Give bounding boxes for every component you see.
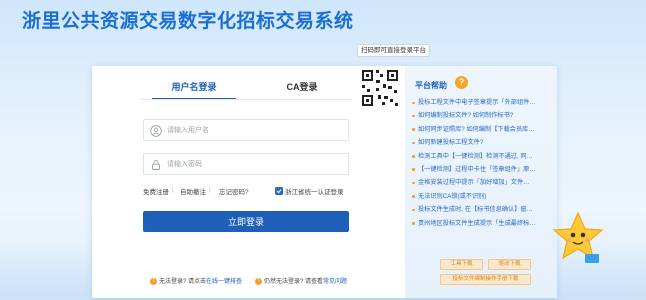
help-question-icon: ?	[455, 76, 468, 89]
troubleshoot-tip: ! 无法登录? 请点击在线一键排查	[150, 276, 242, 285]
zheli-auth-label: 浙江省统一认证登录	[285, 189, 344, 196]
tabs-divider	[140, 99, 352, 100]
help-list: 投标工程文件中电子签章提示「外部组件… 如何编制投标文件? 如何制作标书? 如何…	[412, 96, 552, 230]
username-input[interactable]	[167, 123, 342, 137]
help-item[interactable]: 如何编制投标文件? 如何制作标书?	[412, 109, 552, 122]
qr-tooltip: 扫码即可直接登录平台	[357, 44, 430, 57]
help-item[interactable]: 如何新建投标工程文件?	[412, 136, 552, 149]
lock-icon	[152, 160, 160, 170]
help-item[interactable]: 金格安装过程中提示「加好增加」文件…	[412, 176, 552, 189]
username-field	[143, 119, 349, 141]
faq-tip-text: 仍然无法登录? 请查看	[264, 279, 324, 285]
links-separator: |	[209, 186, 211, 193]
login-help-tips: ! 无法登录? 请点击在线一键排查 ! 仍然无法登录? 请查看常见问题	[150, 276, 360, 286]
help-item[interactable]: 投标工程文件中电子签章提示「外部组件…	[412, 96, 552, 109]
links-separator: |	[172, 186, 174, 193]
password-field	[143, 153, 349, 175]
troubleshoot-tip-text: 无法登录? 请点击	[159, 279, 207, 285]
qr-code-icon	[358, 66, 402, 110]
site-title: 浙里公共资源交易数字化招标交易系统	[22, 11, 354, 32]
register-link[interactable]: 免费注册	[143, 186, 169, 196]
star-mascot-icon	[552, 211, 604, 263]
tab-ca-login[interactable]: CA登录	[268, 78, 336, 100]
qr-code-toggle[interactable]	[358, 66, 402, 110]
help-title: 平台帮助	[415, 81, 447, 90]
forgot-password-link[interactable]: 忘记密码?	[219, 186, 249, 196]
user-icon	[150, 125, 162, 137]
tool-download-button[interactable]: 工具下载	[440, 259, 483, 270]
info-dot-icon: !	[255, 277, 262, 285]
help-item[interactable]: 检测工具中【一键检测】检测不通过, 同…	[412, 150, 552, 163]
driver-download-button[interactable]: 驱动下载	[488, 259, 531, 270]
help-item[interactable]: 投标文件生成时, 在【标书信息确认】窗…	[412, 203, 552, 216]
one-click-check-link[interactable]: 在线一键排查	[206, 279, 242, 285]
self-service-link[interactable]: 自助撤注	[180, 186, 206, 196]
zheli-logo-icon	[275, 187, 283, 195]
help-item[interactable]: 无法识别CA锁(或不识别)	[412, 190, 552, 203]
help-item[interactable]: 【一键检测】过程中卡住「签章组件」原…	[412, 163, 552, 176]
manual-download-button[interactable]: 投标文件编制操作手册下载	[440, 274, 531, 285]
login-tabs: 用户名登录 CA登录	[140, 78, 355, 100]
faq-link[interactable]: 常见问题	[323, 279, 347, 285]
help-item[interactable]: 贵州地区投标文件生成提示「生成最终标…	[412, 217, 552, 230]
help-item[interactable]: 如何同步证照库? 如何编制【下载会员库…	[412, 123, 552, 136]
login-button[interactable]: 立即登录	[143, 211, 349, 232]
faq-tip: ! 仍然无法登录? 请查看常见问题	[255, 276, 347, 285]
password-input[interactable]	[167, 157, 342, 171]
zheli-auth-link[interactable]: 浙江省统一认证登录	[275, 186, 344, 196]
login-links: 免费注册 | 自助撤注 | 忘记密码? 浙江省统一认证登录	[143, 186, 358, 196]
tab-username-login[interactable]: 用户名登录	[152, 78, 236, 100]
info-dot-icon: !	[150, 277, 157, 285]
